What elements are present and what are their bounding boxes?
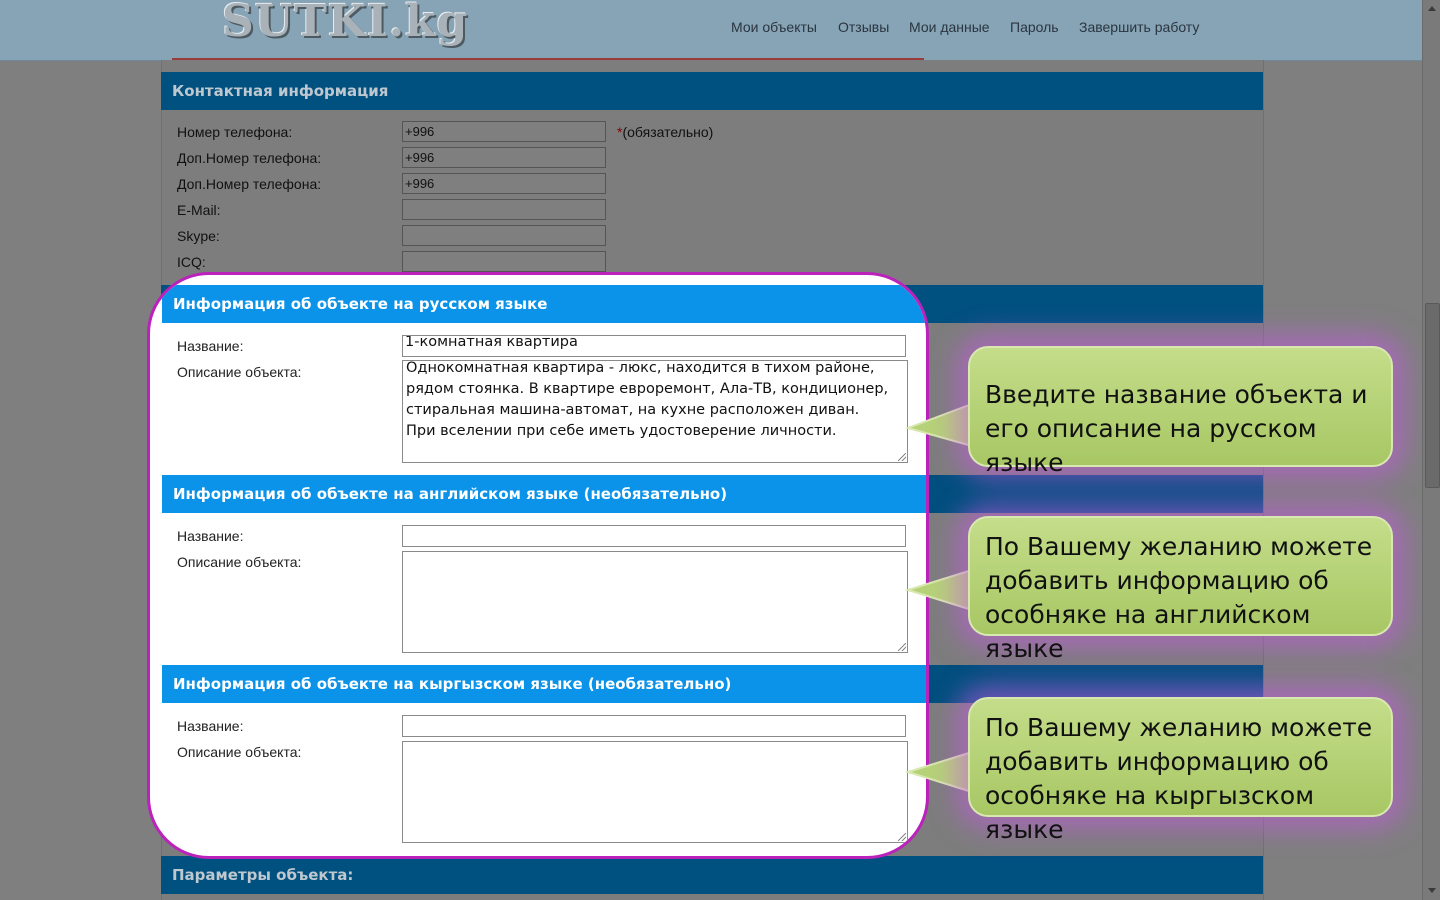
- callout-ky: По Вашему желанию можете добавить информ…: [968, 697, 1393, 844]
- page-scrollbar[interactable]: [1422, 0, 1440, 900]
- callout-tail-en: [904, 568, 973, 612]
- scroll-thumb[interactable]: [1425, 303, 1440, 488]
- scroll-up-icon[interactable]: [1428, 6, 1436, 11]
- callout-en: По Вашему желанию можете добавить информ…: [968, 516, 1393, 663]
- callout-ru: Введите название объекта и его описание …: [968, 346, 1393, 477]
- callout-tail-ky: [904, 750, 973, 794]
- callout-tail-ru: [904, 402, 973, 448]
- scroll-down-icon[interactable]: [1428, 888, 1436, 893]
